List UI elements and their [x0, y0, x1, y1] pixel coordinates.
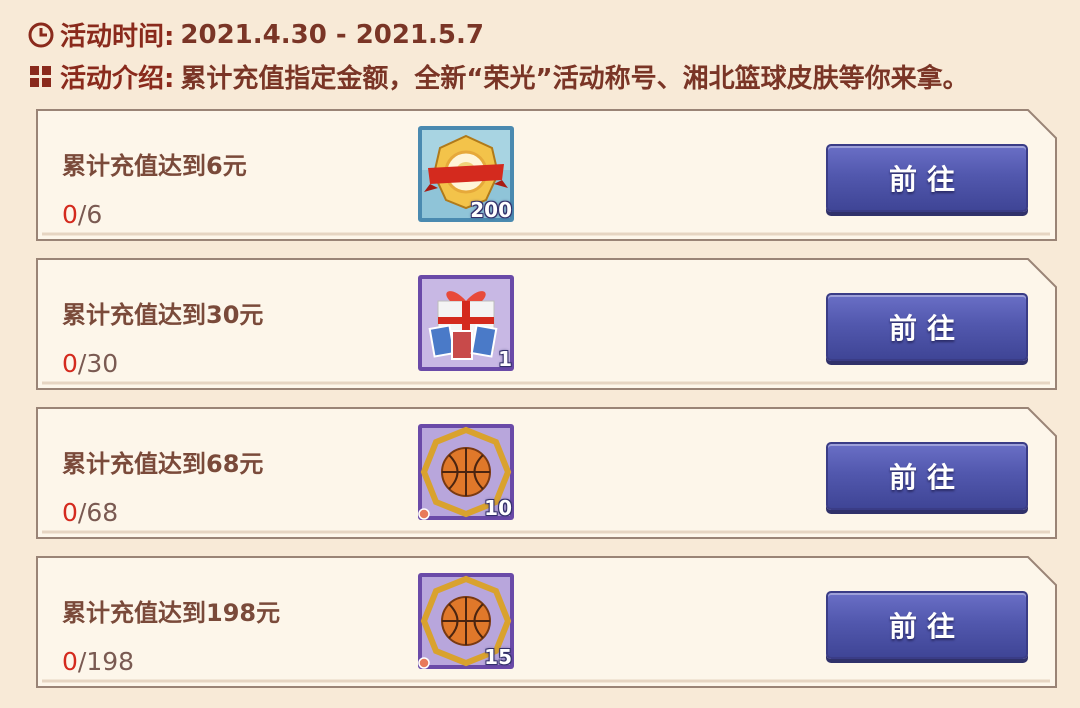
task-progress: 0/198 [62, 647, 134, 676]
reward-quantity: 200 [470, 198, 512, 222]
reward-quantity: 15 [484, 645, 512, 669]
task-progress: 0/30 [62, 349, 118, 378]
reward-quantity: 1 [498, 347, 512, 371]
progress-target: /6 [77, 200, 103, 229]
reward-quantity: 10 [484, 496, 512, 520]
task-card: 累计充值达到68元 0/68 10 前往 [34, 406, 1058, 540]
go-button[interactable]: 前往 [826, 293, 1028, 361]
task-card: 累计充值达到198元 0/198 15 前往 [34, 555, 1058, 689]
activity-time-value: 2021.4.30 - 2021.5.7 [180, 19, 484, 50]
activity-intro-value: 累计充值指定金额，全新“荣光”活动称号、湘北篮球皮肤等你来拿。 [180, 64, 969, 94]
task-progress: 0/6 [62, 200, 102, 229]
task-title: 累计充值达到30元 [62, 301, 264, 329]
task-progress: 0/68 [62, 498, 118, 527]
go-button[interactable]: 前往 [826, 591, 1028, 659]
task-title: 累计充值达到198元 [62, 599, 281, 627]
go-button[interactable]: 前往 [826, 144, 1028, 212]
progress-current: 0 [62, 200, 78, 229]
progress-target: /198 [77, 647, 135, 676]
reward-item[interactable]: 10 [416, 422, 516, 522]
grid-icon [30, 65, 51, 87]
reward-item[interactable]: 1 [416, 273, 516, 373]
progress-current: 0 [62, 349, 78, 378]
progress-target: /30 [77, 349, 119, 378]
progress-current: 0 [62, 647, 78, 676]
go-button[interactable]: 前往 [826, 442, 1028, 510]
reward-item[interactable]: 200 [416, 124, 516, 224]
task-title: 累计充值达到68元 [62, 450, 264, 478]
activity-time-line: 活动时间: 2021.4.30 - 2021.5.7 [28, 16, 484, 53]
activity-intro-label: 活动介绍: [60, 64, 175, 94]
activity-time-label: 活动时间: [60, 22, 175, 52]
progress-current: 0 [62, 498, 78, 527]
activity-intro-line: 活动介绍: 累计充值指定金额，全新“荣光”活动称号、湘北篮球皮肤等你来拿。 [28, 58, 969, 95]
task-card: 累计充值达到30元 0/30 1 前往 [34, 257, 1058, 391]
task-card: 累计充值达到6元 0/6 200 前往 [34, 108, 1058, 242]
progress-target: /68 [77, 498, 119, 527]
clock-icon [28, 22, 54, 47]
reward-item[interactable]: 15 [416, 571, 516, 671]
task-title: 累计充值达到6元 [62, 152, 247, 180]
